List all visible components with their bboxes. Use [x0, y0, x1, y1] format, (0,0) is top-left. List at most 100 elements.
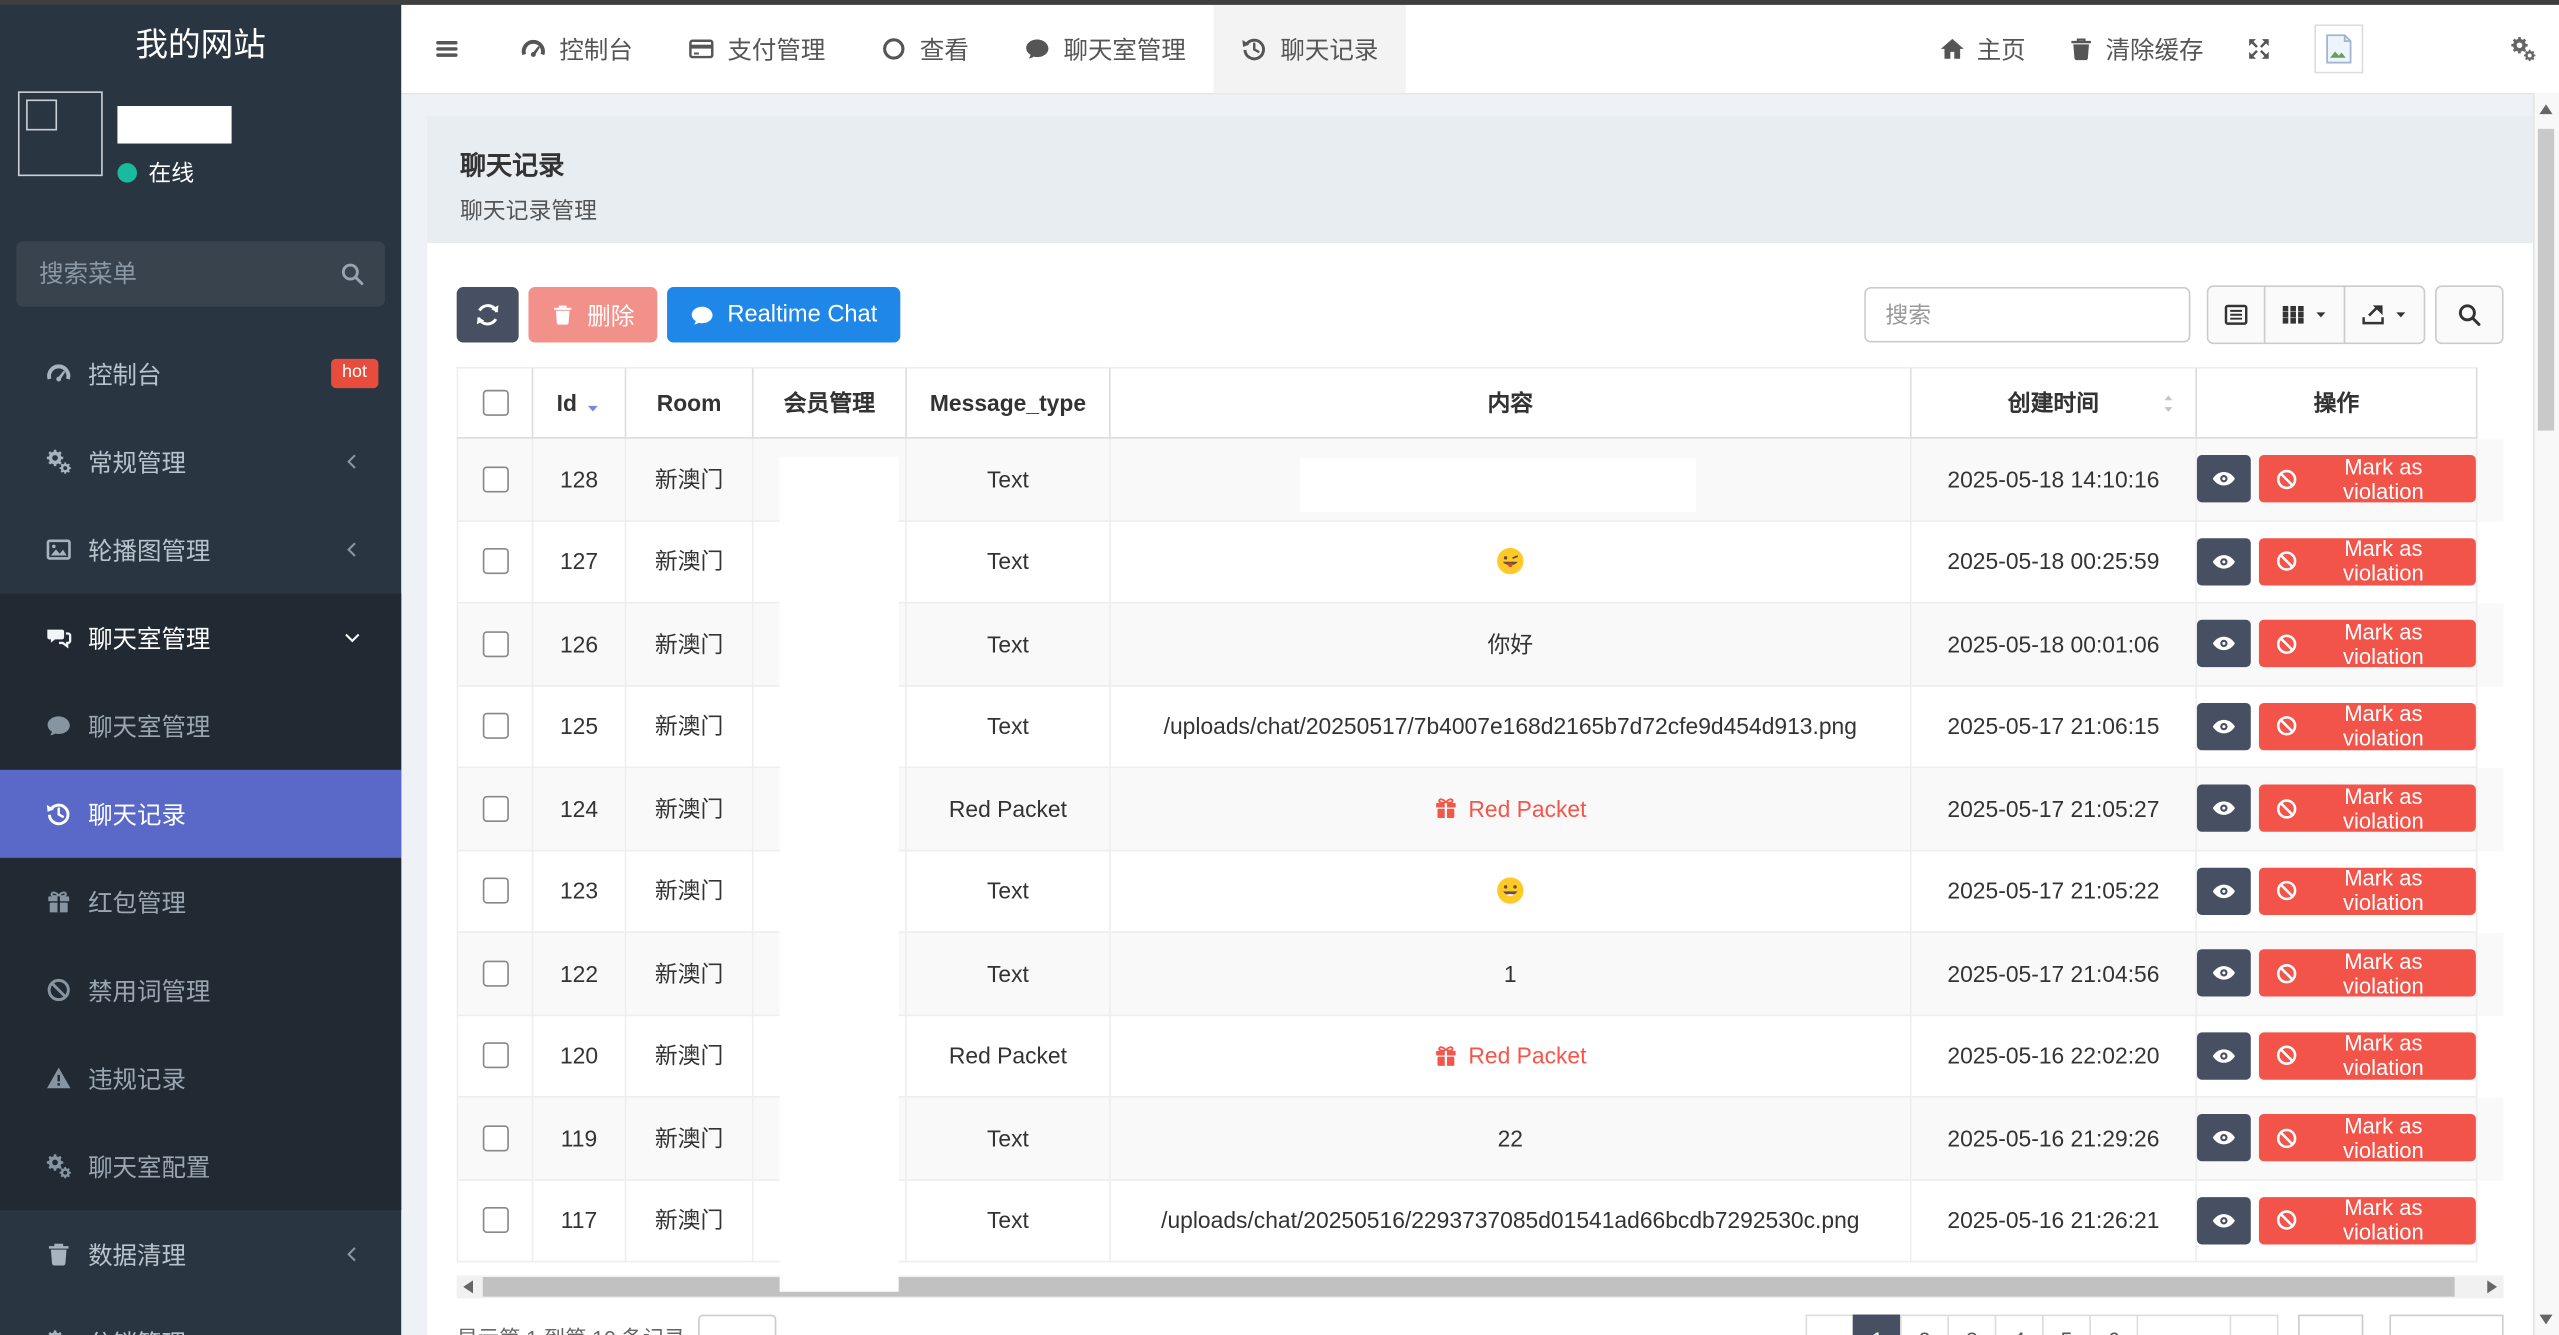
row-checkbox[interactable]	[482, 548, 508, 574]
user-panel: 在线	[0, 88, 401, 225]
page-button-active[interactable]: 1	[1853, 1315, 1902, 1335]
view-button[interactable]	[2197, 867, 2250, 914]
sidebar-item-general-manage[interactable]: 常规管理	[0, 418, 401, 506]
sidebar-item-distribution-manage[interactable]: 分销管理	[0, 1298, 401, 1335]
clear-cache-link[interactable]: 清除缓存	[2068, 32, 2203, 66]
sidebar-item-data-clean[interactable]: 数据清理	[0, 1210, 401, 1298]
table-row: 123 新澳门 Text 2025-05-17 21:05:22 Mark as…	[457, 851, 2504, 933]
columns-button[interactable]	[2264, 285, 2346, 344]
tab-chatroom-manage[interactable]: 聊天室管理	[997, 5, 1214, 93]
mark-violation-button[interactable]: Mark as violation	[2258, 867, 2476, 914]
sidebar-item-banned-words[interactable]: 禁用词管理	[0, 946, 401, 1034]
mark-violation-button[interactable]: Mark as violation	[2258, 950, 2476, 997]
page-next-button[interactable]: ›	[2230, 1315, 2279, 1335]
mark-violation-button[interactable]: Mark as violation	[2258, 1114, 2476, 1161]
delete-button[interactable]: 删除	[528, 287, 657, 342]
page-button[interactable]: 3	[1947, 1315, 1996, 1335]
eye-icon	[2211, 467, 2235, 491]
row-checkbox[interactable]	[482, 713, 508, 739]
scroll-down-arrow-icon[interactable]	[2539, 1315, 2552, 1325]
refresh-button[interactable]	[457, 287, 519, 342]
column-header-content[interactable]: 内容	[1111, 367, 1912, 439]
view-button[interactable]	[2197, 785, 2250, 832]
mark-violation-button[interactable]: Mark as violation	[2258, 620, 2476, 667]
home-link[interactable]: 主页	[1939, 32, 2025, 66]
scroll-right-arrow-icon[interactable]	[2487, 1280, 2497, 1293]
gears-icon	[46, 1153, 72, 1179]
sidebar-item-chat-records[interactable]: 聊天记录	[0, 770, 401, 858]
fullscreen-button[interactable]	[2246, 36, 2272, 62]
sidebar-item-console[interactable]: 控制台 hot	[0, 329, 401, 417]
sidebar-item-label: 轮播图管理	[88, 533, 210, 567]
sidebar-item-violation-records[interactable]: 违规记录	[0, 1034, 401, 1122]
page-size-select[interactable]	[698, 1315, 776, 1335]
sidebar-item-chatroom-manage-parent[interactable]: 聊天室管理	[0, 594, 401, 682]
column-header-member[interactable]: 会员管理	[754, 367, 907, 439]
view-button[interactable]	[2197, 620, 2250, 667]
tab-view[interactable]: 查看	[853, 5, 997, 93]
mark-violation-button[interactable]: Mark as violation	[2258, 703, 2476, 750]
sidebar-item-chatroom-manage[interactable]: 聊天室管理	[0, 682, 401, 770]
row-checkbox[interactable]	[482, 878, 508, 904]
page-prev-button[interactable]: ‹	[1806, 1315, 1855, 1335]
column-header-id[interactable]: Id	[533, 367, 626, 439]
horizontal-scrollbar-thumb[interactable]	[483, 1277, 2455, 1297]
user-avatar[interactable]	[2314, 24, 2363, 73]
sidebar-item-redpacket-manage[interactable]: 红包管理	[0, 858, 401, 946]
eye-icon	[2211, 1043, 2235, 1067]
column-header-message-type[interactable]: Message_type	[907, 367, 1111, 439]
chevron-down-icon	[343, 628, 363, 648]
export-button[interactable]	[2344, 285, 2426, 344]
page-button[interactable]: 5	[2042, 1315, 2091, 1335]
broken-image-icon	[2319, 29, 2358, 68]
page-button[interactable]: 6	[2089, 1315, 2138, 1335]
detail-view-button[interactable]	[2207, 285, 2266, 344]
tab-chat-records[interactable]: 聊天记录	[1214, 5, 1406, 93]
row-checkbox[interactable]	[482, 1125, 508, 1151]
menu-search-input[interactable]	[16, 241, 385, 306]
mark-violation-button[interactable]: Mark as violation	[2258, 538, 2476, 585]
mark-violation-button[interactable]: Mark as violation	[2258, 455, 2476, 502]
row-checkbox[interactable]	[482, 960, 508, 986]
row-checkbox[interactable]	[482, 1207, 508, 1233]
search-toggle-button[interactable]	[2435, 285, 2504, 344]
brand-title: 我的网站	[0, 0, 401, 88]
scroll-up-arrow-icon[interactable]	[2539, 104, 2552, 114]
row-checkbox[interactable]	[482, 466, 508, 492]
scroll-left-arrow-icon[interactable]	[463, 1280, 473, 1293]
horizontal-scrollbar[interactable]	[457, 1275, 2504, 1298]
vertical-scrollbar-thumb[interactable]	[2538, 129, 2554, 431]
sidebar-item-chatroom-config[interactable]: 聊天室配置	[0, 1122, 401, 1210]
view-button[interactable]	[2197, 703, 2250, 750]
row-checkbox[interactable]	[482, 796, 508, 822]
sidebar-toggle-button[interactable]	[401, 5, 492, 93]
settings-button[interactable]	[2510, 36, 2536, 62]
column-header-created[interactable]: 创建时间	[1912, 367, 2197, 439]
view-button[interactable]	[2197, 1197, 2250, 1244]
tab-console[interactable]: 控制台	[493, 5, 661, 93]
column-header-room[interactable]: Room	[626, 367, 753, 439]
table-search-input[interactable]	[1864, 287, 2190, 342]
realtime-chat-button[interactable]: Realtime Chat	[667, 287, 900, 342]
mark-violation-button[interactable]: Mark as violation	[2258, 1197, 2476, 1244]
view-button[interactable]	[2197, 950, 2250, 997]
row-checkbox[interactable]	[482, 631, 508, 657]
view-button[interactable]	[2197, 538, 2250, 585]
comment-icon	[1024, 36, 1050, 62]
view-button[interactable]	[2197, 1114, 2250, 1161]
view-button[interactable]	[2197, 455, 2250, 502]
page-jump-input[interactable]	[2298, 1315, 2363, 1335]
page-jump-button[interactable]	[2389, 1315, 2503, 1335]
select-all-checkbox[interactable]	[482, 390, 508, 416]
view-button[interactable]	[2197, 1032, 2250, 1079]
row-checkbox[interactable]	[482, 1043, 508, 1069]
vertical-scrollbar[interactable]	[2533, 93, 2559, 1335]
mark-violation-button[interactable]: Mark as violation	[2258, 785, 2476, 832]
sidebar-item-carousel-manage[interactable]: 轮播图管理	[0, 506, 401, 594]
page-ellipsis-button[interactable]: …	[2137, 1315, 2232, 1335]
page-button[interactable]: 2	[1900, 1315, 1949, 1335]
mark-violation-button[interactable]: Mark as violation	[2258, 1032, 2476, 1079]
tab-payment-manage[interactable]: 支付管理	[661, 5, 853, 93]
page-button[interactable]: 4	[1995, 1315, 2044, 1335]
content-cell: Red Packet	[1111, 1015, 1912, 1097]
